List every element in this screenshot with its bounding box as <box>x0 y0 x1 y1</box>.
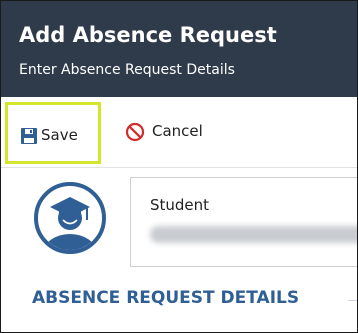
save-icon <box>21 128 37 144</box>
student-name-redacted <box>150 226 357 243</box>
save-button-label: Save <box>41 126 78 144</box>
graduate-avatar-icon <box>34 182 106 254</box>
page-title: Add Absence Request <box>19 23 277 47</box>
section-divider <box>348 300 357 301</box>
student-field[interactable]: Student <box>130 177 357 267</box>
cancel-button[interactable]: Cancel <box>152 122 203 140</box>
dialog-header: Add Absence Request Enter Absence Reques… <box>1 1 357 97</box>
cancel-icon[interactable] <box>125 122 145 142</box>
page-subtitle: Enter Absence Request Details <box>19 62 235 78</box>
student-field-label: Student <box>150 196 210 214</box>
save-button[interactable]: Save <box>5 102 101 164</box>
dialog-frame: Add Absence Request Enter Absence Reques… <box>0 0 358 333</box>
section-heading: ABSENCE REQUEST DETAILS <box>32 288 300 308</box>
